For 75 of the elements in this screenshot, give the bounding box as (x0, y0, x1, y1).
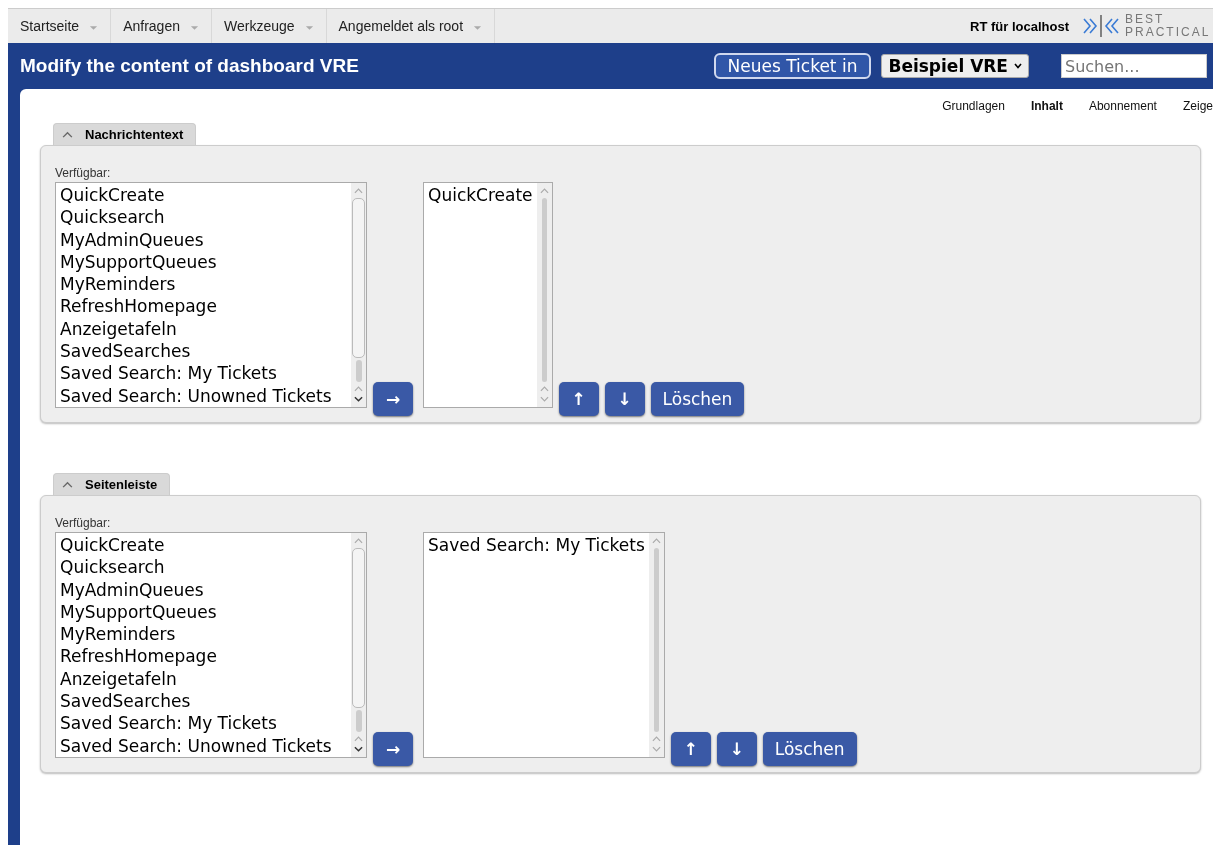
list-option[interactable]: QuickCreate (60, 184, 347, 207)
field-label: Verfügbar: (55, 166, 112, 180)
list-option[interactable]: Saved Search: Unowned Tickets (60, 734, 347, 757)
scrollbar[interactable] (351, 533, 366, 757)
list-option[interactable]: QuickCreate (428, 184, 533, 207)
chevrons-logo-icon (1081, 13, 1121, 39)
move-down-button[interactable]: ↓ (716, 732, 757, 766)
selected-listbox[interactable]: Saved Search: My Tickets (423, 532, 665, 758)
dropdown-caret-icon (304, 24, 314, 31)
scrollbar[interactable] (648, 533, 664, 757)
logo-text: PRACTICAL (1125, 26, 1212, 39)
dropdown-caret-icon (89, 24, 99, 31)
list-option[interactable]: Quicksearch (60, 206, 347, 229)
add-button[interactable]: → (373, 732, 413, 766)
selected-listbox[interactable]: QuickCreate (423, 182, 553, 408)
scrollbar-thumb[interactable] (653, 548, 659, 732)
queue-select[interactable]: Beispiel VRE (881, 54, 1029, 78)
scrollbar[interactable] (536, 183, 552, 407)
scroll-up-icon[interactable] (539, 188, 549, 194)
brand-text: RT für localhost (970, 18, 1069, 34)
list-option[interactable]: MyAdminQueues (60, 228, 347, 251)
list-option[interactable]: MySupportQueues (60, 250, 347, 274)
section-tab[interactable]: Nachrichtentext (53, 123, 197, 145)
list-option[interactable]: Anzeigetafeln (60, 317, 347, 341)
scrollbar[interactable] (351, 183, 366, 407)
list-option[interactable]: Anzeigetafeln (60, 667, 347, 691)
list-option[interactable]: Saved Search: My Tickets (60, 712, 347, 735)
section-tab[interactable]: Seitenleiste (53, 473, 171, 495)
list-option[interactable]: Saved Search: My Tickets (428, 534, 645, 557)
add-button[interactable]: → (373, 382, 413, 416)
available-listbox[interactable]: QuickCreate Quicksearch MyAdminQueues MySupportQueues MyReminders RefreshHomepage Anzeigetafeln SavedSearches Saved Search: My Tickets Saved Search: Unowned Tickets (55, 532, 367, 758)
scrollbar-thumb[interactable] (541, 198, 547, 382)
move-down-button[interactable]: ↓ (604, 382, 645, 416)
scroll-up-icon[interactable] (539, 386, 549, 392)
list-option[interactable]: QuickCreate (60, 534, 347, 557)
move-up-button[interactable]: ↑ (558, 382, 599, 416)
list-option[interactable]: Quicksearch (60, 556, 347, 579)
list-option[interactable]: MySupportQueues (60, 600, 347, 624)
list-option[interactable]: MyReminders (60, 273, 347, 296)
delete-button[interactable]: Löschen (762, 732, 857, 766)
list-option[interactable]: Saved Search: Unowned Tickets (60, 384, 347, 407)
scroll-up-icon[interactable] (354, 188, 363, 194)
tab[interactable]: Grundlagen (942, 99, 1005, 123)
list-option[interactable]: Saved Search: My Tickets (60, 362, 347, 385)
scroll-down-icon[interactable] (354, 746, 363, 752)
field-label: Verfügbar: (55, 516, 112, 530)
scrollbar-thumb[interactable] (352, 198, 365, 358)
scroll-down-icon[interactable] (354, 396, 363, 402)
search-field[interactable]: Suchen... (1061, 54, 1207, 78)
dropdown-caret-icon (189, 24, 199, 31)
available-listbox[interactable]: QuickCreate Quicksearch MyAdminQueues MySupportQueues MyReminders RefreshHomepage Anzeigetafeln SavedSearches Saved Search: My Tickets Saved Search: Unowned Tickets (55, 182, 367, 408)
new-ticket-button[interactable]: Neues Ticket in (713, 53, 872, 79)
scrollbar-thumb[interactable] (352, 548, 365, 708)
scrollbar-track (355, 360, 362, 382)
dropdown-caret-icon (473, 24, 483, 31)
dropdown-caret-icon (1014, 63, 1022, 69)
list-option[interactable]: RefreshHomepage (60, 295, 347, 318)
list-option[interactable]: MyAdminQueues (60, 578, 347, 601)
list-option[interactable]: SavedSearches (60, 690, 347, 713)
tab[interactable]: Inhalt (1030, 99, 1063, 123)
delete-button[interactable]: Löschen (650, 382, 745, 416)
scroll-up-icon[interactable] (651, 736, 661, 742)
page-title: Modify the content of dashboard VRE (20, 55, 359, 77)
tab[interactable]: Abonnement (1088, 99, 1157, 123)
section-title: Nachrichtentext (85, 127, 184, 142)
move-up-button[interactable]: ↑ (670, 732, 711, 766)
tab[interactable]: Zeige (1182, 99, 1213, 123)
list-option[interactable]: RefreshHomepage (60, 645, 347, 668)
scroll-up-icon[interactable] (651, 538, 661, 544)
list-option[interactable]: SavedSearches (60, 340, 347, 363)
scroll-up-icon[interactable] (354, 538, 363, 544)
section-title: Seitenleiste (85, 477, 158, 492)
scrollbar-track (355, 710, 362, 732)
logo-text: BEST (1125, 13, 1166, 26)
list-option[interactable]: MyReminders (60, 623, 347, 646)
